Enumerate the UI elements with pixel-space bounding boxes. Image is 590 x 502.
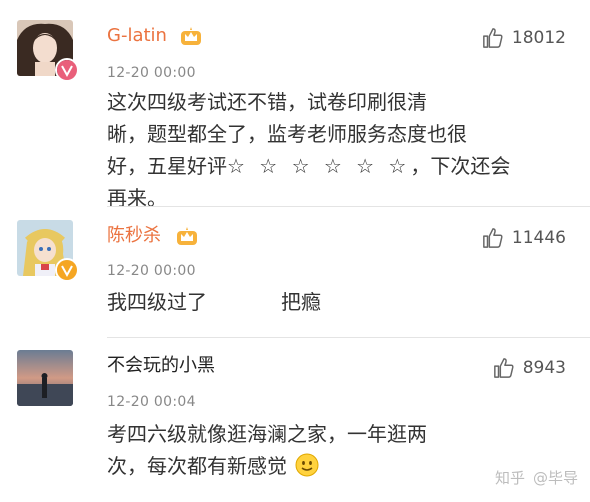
comment-text-line: 好，五星好评☆ ☆ ☆ ☆ ☆ ☆，下次还会 (107, 150, 537, 182)
stars-rating: ☆ ☆ ☆ ☆ ☆ ☆ (227, 154, 411, 178)
smiley-emoji-icon (295, 453, 319, 486)
like-count: 11446 (511, 228, 566, 248)
avatar-chen-miao-sha[interactable] (17, 220, 79, 282)
crown-badge-icon (180, 26, 202, 46)
divider (107, 337, 590, 338)
comment-text: 考四六级就像逛海澜之家，一年逛两 次，每次都有新感觉 (107, 418, 537, 486)
avatar-g-latin[interactable] (17, 20, 79, 82)
comment-text-line: 再来。 (107, 186, 167, 210)
text-segment: 好，五星好评 (107, 154, 227, 178)
comment-text-line: 晰，题型都全了，监考老师服务态度也很 (107, 122, 467, 146)
comment-text-line: 考四六级就像逛海澜之家，一年逛两 (107, 422, 427, 446)
text-segment: ，下次还会 (410, 154, 511, 178)
verified-v-icon (55, 258, 79, 282)
like-count: 18012 (511, 28, 566, 48)
comment-time: 12-20 00:00 (107, 65, 196, 81)
thumbs-up-icon (483, 228, 503, 248)
avatar-bu-hui-wan-de-xiao-hei[interactable] (17, 350, 73, 406)
avatar-image (17, 350, 73, 406)
comment-time: 12-20 00:00 (107, 263, 196, 279)
crown-badge-icon (176, 226, 198, 246)
comment-text: 我四级过了 把瘾 (107, 286, 537, 318)
text-segment: 次，每次都有新感觉 (107, 454, 287, 478)
watermark-site: 知乎 (494, 469, 525, 487)
watermark: 知乎 @毕导 (495, 467, 578, 488)
thumbs-up-icon (483, 28, 503, 48)
username[interactable]: 不会玩的小黑 (107, 355, 215, 377)
like-button[interactable]: 8943 (493, 357, 566, 379)
verified-v-icon (55, 58, 79, 82)
divider (107, 206, 590, 207)
comment-text-line: 这次四级考试还不错，试卷印刷很清 (107, 90, 427, 114)
like-button[interactable]: 18012 (482, 27, 566, 49)
text-segment: 把瘾 (281, 290, 321, 314)
like-button[interactable]: 11446 (482, 227, 566, 249)
comment-text: 这次四级考试还不错，试卷印刷很清 晰，题型都全了，监考老师服务态度也很 好，五星… (107, 86, 537, 214)
comment-time: 12-20 00:04 (107, 394, 196, 410)
comment-text-line: 次，每次都有新感觉 (107, 450, 537, 486)
username[interactable]: G-latin (107, 25, 167, 47)
username[interactable]: 陈秒杀 (107, 225, 161, 247)
like-count: 8943 (522, 358, 566, 378)
watermark-author: @毕导 (532, 469, 578, 487)
text-segment: 我四级过了 (107, 290, 207, 314)
thumbs-up-icon (493, 358, 514, 378)
